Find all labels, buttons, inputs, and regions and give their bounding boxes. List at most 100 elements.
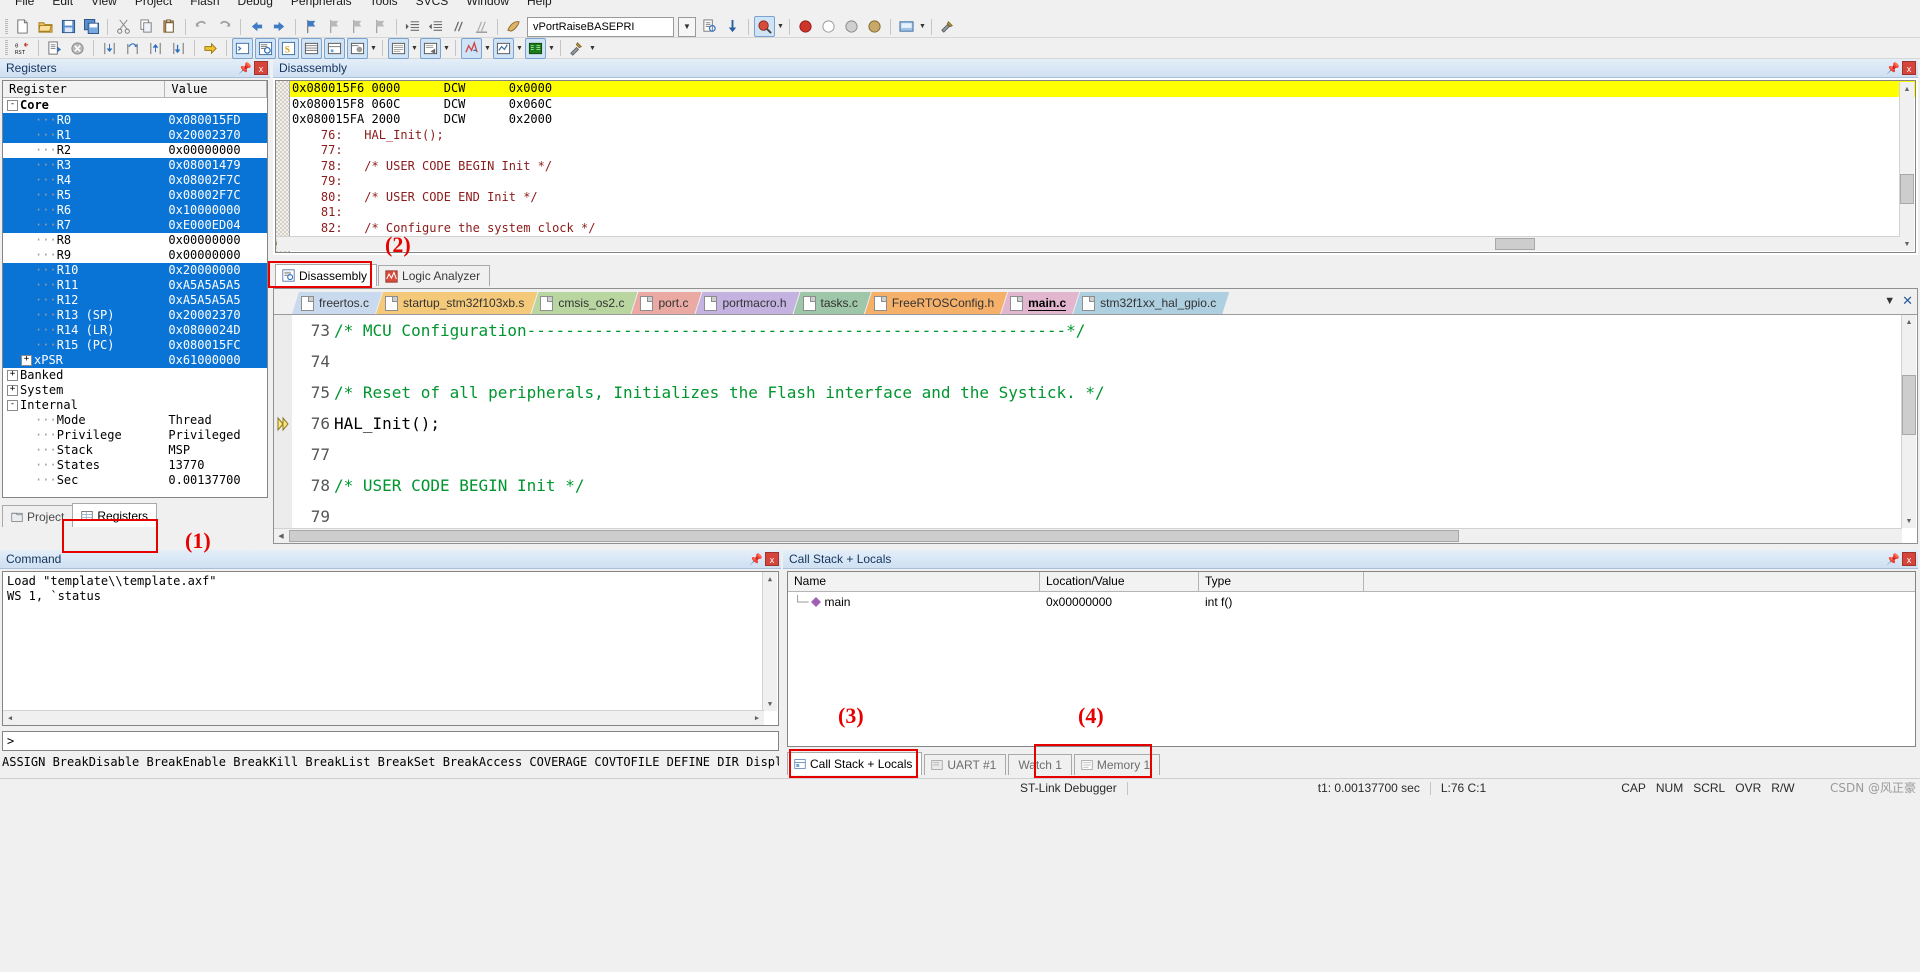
memory-dropdown-icon[interactable]: ▼ [410,39,419,58]
menu-item-flash[interactable]: Flash [181,0,228,7]
menu-item-svcs[interactable]: SVCS [407,0,458,7]
disassembly-line[interactable]: 82: /* Configure the system clock */ [290,221,1915,237]
close-icon[interactable]: x [1902,552,1916,566]
code-line[interactable]: /* USER CODE BEGIN Init */ [334,470,1901,501]
disassembly-window-icon[interactable] [255,37,276,59]
comment-icon[interactable] [448,16,469,37]
serial-dropdown-icon[interactable]: ▼ [442,39,451,58]
navigate-back-icon[interactable] [246,16,267,37]
menu-item-help[interactable]: Help [518,0,561,7]
step-out-icon[interactable] [145,38,166,59]
scroll-right-icon[interactable]: ▶ [1888,542,1902,543]
register-row[interactable]: ···R14 (LR) 0x0800024D [3,323,267,338]
file-tab-portmacro-h[interactable]: portmacro.h [695,292,799,314]
indent-icon[interactable] [402,16,423,37]
register-row[interactable]: ···R6 0x10000000 [3,203,267,218]
toolbox-dropdown-icon[interactable]: ▼ [588,39,597,58]
pin-icon[interactable]: 📌 [1886,61,1900,75]
tree-expander-icon[interactable]: + [21,355,32,366]
register-row[interactable]: ···R2 0x00000000 [3,143,267,158]
tab-watch-1[interactable]: Watch 1 [1008,754,1072,775]
file-tab-main-c[interactable]: main.c [1001,292,1079,314]
register-row[interactable]: ···R0 0x080015FD [3,113,267,128]
cut-icon[interactable] [113,16,134,37]
watch-dropdown-icon[interactable]: ▼ [369,39,378,58]
disassembly-line[interactable]: 79: [290,174,1915,190]
close-icon[interactable]: x [254,61,268,75]
editor-vscrollbar[interactable]: ▲ ▼ [1901,315,1916,528]
system-viewer-dropdown-icon[interactable]: ▼ [547,39,556,58]
register-row[interactable]: - Core [3,98,267,113]
breakpoint-disable-icon[interactable] [818,16,839,37]
table-row[interactable]: └─ main 0x00000000 int f() [788,592,1915,612]
register-row[interactable]: ···Sec 0.00137700 [3,473,267,488]
run-icon[interactable] [44,38,65,59]
reset-icon[interactable]: 0 RST [12,38,33,59]
code-line[interactable] [334,439,1901,470]
register-row[interactable]: ···R9 0x00000000 [3,248,267,263]
menu-item-view[interactable]: View [82,0,126,7]
scroll-left-icon[interactable]: ◀ [3,711,17,725]
tab-list-dropdown-icon[interactable]: ▼ [1884,295,1895,307]
bookmark-toggle-icon[interactable] [301,16,322,37]
disassembly-line[interactable]: 76: HAL_Init(); [290,128,1915,144]
command-vscrollbar[interactable]: ▲ ▼ [762,572,777,711]
scroll-down-icon[interactable]: ▼ [1902,514,1916,528]
close-icon[interactable]: x [765,552,779,566]
file-tab-tasks-c[interactable]: tasks.c [794,292,871,314]
editor-body[interactable]: 7374757677787980818283 /* MCU Configurat… [274,315,1917,543]
menu-bar[interactable]: File Edit View Project Flash Debug Perip… [0,0,1920,16]
pin-icon[interactable]: 📌 [749,552,763,566]
register-row[interactable]: ···Privilege Privileged [3,428,267,443]
scroll-up-icon[interactable]: ▲ [1902,315,1916,329]
save-all-icon[interactable] [81,16,102,37]
disassembly-line[interactable]: 78: /* USER CODE BEGIN Init */ [290,159,1915,175]
registers-tree[interactable]: Register Value - Core ···R0 0x080015FD ···R1… [2,80,268,498]
scroll-thumb[interactable] [289,530,1459,542]
register-row[interactable]: + System [3,383,267,398]
step-into-icon[interactable] [99,38,120,59]
tab-uart-1[interactable]: UART #1 [924,754,1007,775]
find-in-files-icon[interactable] [699,16,720,37]
command-input[interactable]: > [2,731,779,751]
tab-project[interactable]: Project [2,505,74,527]
breakpoint-kill-icon[interactable] [841,16,862,37]
file-tab-freertosconfig-h[interactable]: FreeRTOSConfig.h [865,292,1007,314]
trace-dropdown-icon[interactable]: ▼ [515,39,524,58]
file-tab-stm32f1xx-hal-gpio-c[interactable]: stm32f1xx_hal_gpio.c [1073,292,1229,314]
registers-window-icon[interactable] [301,37,322,59]
scroll-down-icon[interactable]: ▼ [763,697,777,711]
function-combo-dropdown[interactable]: ▼ [678,16,696,37]
scroll-thumb[interactable] [1902,375,1916,435]
code-line[interactable]: HAL_Init(); [334,408,1901,439]
command-hscrollbar[interactable]: ◀ ▶ [3,710,764,725]
tree-expander-icon[interactable]: - [7,400,18,411]
command-window-icon[interactable] [232,37,253,59]
call-stack-table[interactable]: Name Location/Value Type └─ main 0x00000… [787,571,1916,747]
disassembly-body[interactable]: 0x080015F6 0000 DCW 0x0000 0x080015F8 060… [275,80,1916,253]
scroll-up-icon[interactable]: ▲ [763,572,777,586]
disassembly-line[interactable]: 83: SystemClock_Config(); [290,252,1915,253]
editor-code-area[interactable]: /* MCU Configuration--------------------… [334,315,1901,543]
copy-icon[interactable] [136,16,157,37]
call-stack-window-icon[interactable] [324,37,345,59]
menu-item-project[interactable]: Project [126,0,181,7]
uncomment-icon[interactable] [471,16,492,37]
scroll-up-icon[interactable]: ▲ [1900,82,1914,96]
register-row[interactable]: ···R7 0xE000ED04 [3,218,267,233]
scroll-thumb[interactable] [1900,174,1914,204]
stop-icon[interactable] [67,38,88,59]
bookmark-prev-icon[interactable] [324,16,345,37]
register-row[interactable]: ···R3 0x08001479 [3,158,267,173]
target-dropdown-icon[interactable]: ▼ [918,17,927,36]
undo-icon[interactable] [191,16,212,37]
disassembly-line[interactable]: 77: [290,143,1915,159]
function-combo[interactable]: vPortRaiseBASEPRI [527,16,674,37]
bookmark-next-icon[interactable] [347,16,368,37]
insert-bookmark-icon[interactable] [503,16,524,37]
analysis-dropdown-icon[interactable]: ▼ [483,39,492,58]
close-tab-icon[interactable]: ✕ [1902,293,1913,309]
tab-memory-1[interactable]: Memory 1 [1073,754,1161,775]
zoom-dropdown-icon[interactable]: ▼ [776,17,785,36]
file-tab-startup-stm32f103xb-s[interactable]: startup_stm32f103xb.s [376,292,537,314]
